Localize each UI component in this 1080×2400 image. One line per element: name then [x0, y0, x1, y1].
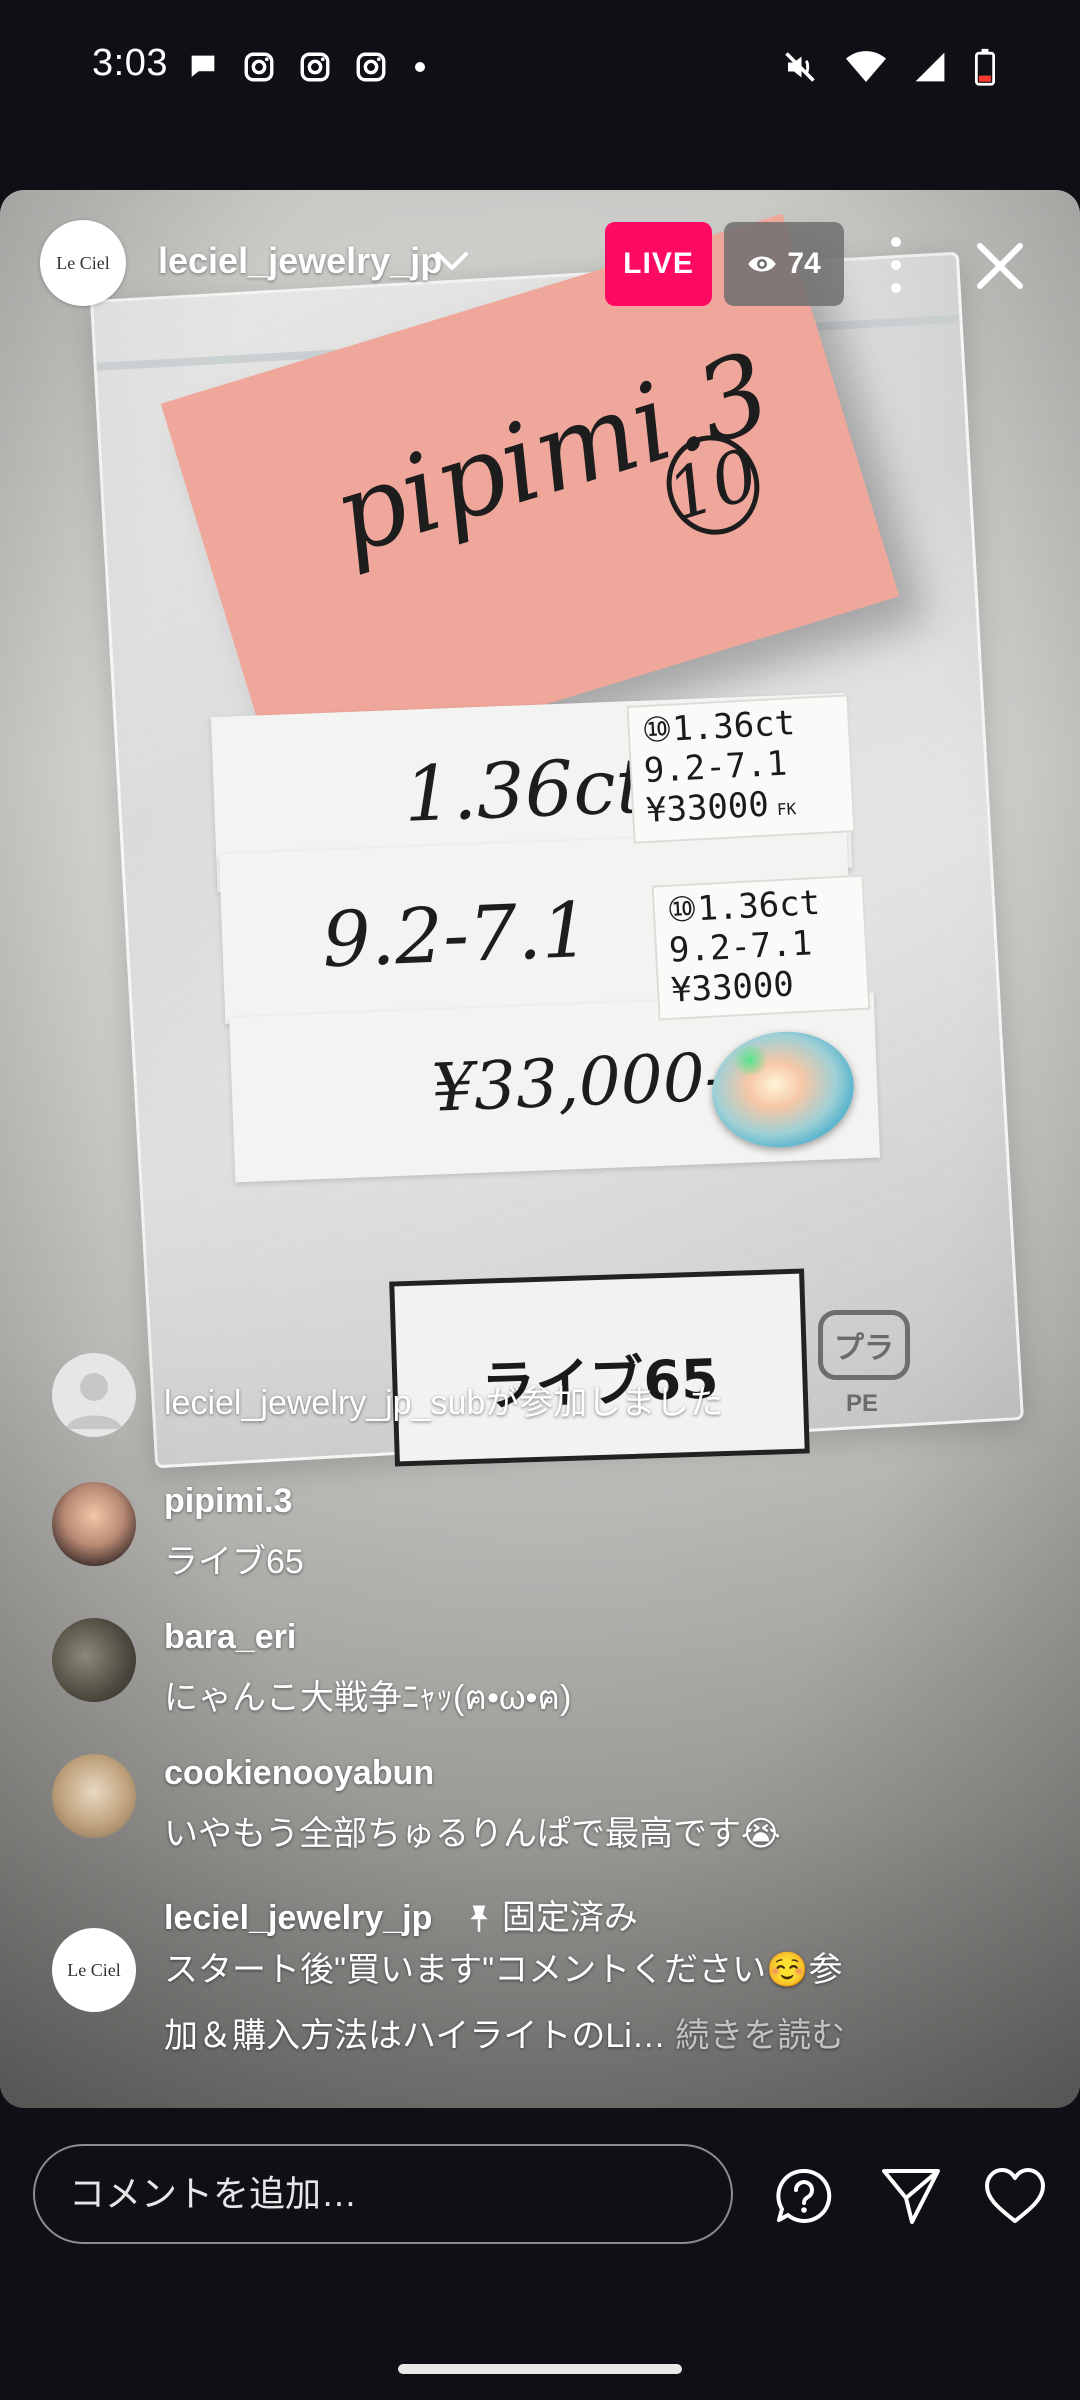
chevron-down-icon[interactable] — [432, 246, 472, 276]
instagram-icon — [244, 52, 274, 82]
pin-icon — [470, 1905, 488, 1932]
comment-text: にゃんこ大戦争ﾆｬｯ(ฅ•ω•ฅ) — [164, 1679, 572, 1717]
tag-line: ¥33000 — [670, 964, 795, 1011]
pinned-comment[interactable]: Le Ciel leciel_jewelry_jp 固定済み スタート後"買いま… — [52, 1890, 1052, 2060]
instagram-icon — [356, 52, 386, 82]
comment-text: ライブ65 — [164, 1543, 304, 1581]
battery-low-icon — [974, 48, 996, 86]
tag-price: ¥33000 — [645, 784, 770, 831]
opal-fire — [730, 1045, 770, 1075]
printed-tag: ⑩1.36ct 9.2-7.1 ¥33000 FK — [626, 694, 856, 844]
live-badge: LIVE — [605, 222, 712, 306]
person-icon — [66, 1373, 122, 1429]
dot-icon — [415, 62, 425, 72]
pinned-comment-header: leciel_jewelry_jp 固定済み — [164, 1890, 638, 1939]
tag-line: ¥33000 FK — [645, 781, 841, 837]
user-avatar[interactable] — [52, 1618, 136, 1702]
user-avatar[interactable] — [52, 1754, 136, 1838]
close-icon[interactable] — [970, 236, 1030, 296]
signal-icon — [915, 52, 945, 82]
card-handwriting: ¥33,000- — [430, 1038, 729, 1127]
host-avatar[interactable]: Le Ciel — [40, 220, 126, 306]
pinned-comment-text-line2: 加＆購入方法はハイライトのLi… — [164, 2017, 666, 2055]
status-bar: 3:03 — [0, 0, 1080, 135]
home-indicator[interactable] — [398, 2364, 682, 2374]
pinned-comment-text: スタート後"買います"コメントください☺️参 — [164, 1951, 843, 1989]
comment-username[interactable]: cookienooyabun — [164, 1754, 434, 1793]
pinned-tag: 固定済み — [466, 1899, 638, 1937]
system-icons — [782, 48, 996, 86]
bottom-bar — [0, 2108, 1080, 2278]
status-time: 3:03 — [92, 42, 168, 84]
comment-username[interactable]: leciel_jewelry_jp — [164, 1899, 432, 1937]
user-avatar[interactable] — [52, 1482, 136, 1566]
read-more-link[interactable]: 続きを読む — [675, 2017, 845, 2055]
comment-username[interactable]: bara_eri — [164, 1618, 296, 1657]
viewer-count: 74 — [787, 247, 821, 280]
comment-text: いやもう全部ちゅるりんぱで最高です😭 — [164, 1815, 781, 1853]
default-avatar — [52, 1353, 136, 1437]
comment-item[interactable]: bara_eri にゃんこ大戦争ﾆｬｯ(ฅ•ω•ฅ) — [52, 1618, 1052, 1717]
printed-tag: ⑩1.36ct 9.2-7.1 ¥33000 — [651, 874, 871, 1021]
join-notification: leciel_jewelry_jp_subが参加しました — [52, 1353, 1052, 1443]
pinned-label: 固定済み — [501, 1899, 638, 1937]
pinned-comment-text-2: 加＆購入方法はハイライトのLi… 続きを読む — [164, 2008, 845, 2057]
host-comment-avatar[interactable]: Le Ciel — [52, 1928, 136, 2012]
comment-item[interactable]: pipimi.3 ライブ65 — [52, 1482, 1052, 1581]
more-options-icon[interactable] — [876, 230, 916, 300]
chat-bubble-icon — [191, 55, 215, 77]
eye-icon — [748, 256, 777, 272]
comment-username[interactable]: pipimi.3 — [164, 1482, 292, 1521]
mute-icon — [785, 52, 815, 82]
question-icon[interactable] — [774, 2166, 834, 2226]
viewer-count-badge[interactable]: 74 — [724, 222, 844, 306]
heart-icon[interactable] — [983, 2166, 1047, 2226]
card-handwriting: 1.36ct — [402, 740, 648, 839]
join-text: leciel_jewelry_jp_subが参加しました — [164, 1384, 724, 1422]
host-username[interactable]: leciel_jewelry_jp — [158, 240, 442, 282]
comment-input[interactable] — [33, 2144, 733, 2244]
notification-icons — [186, 50, 430, 84]
wifi-icon — [846, 51, 886, 82]
send-icon[interactable] — [880, 2166, 942, 2226]
card-handwriting: 9.2-7.1 — [320, 884, 592, 985]
tag-fk: FK — [776, 799, 797, 820]
instagram-icon — [300, 52, 330, 82]
comment-item[interactable]: cookienooyabun いやもう全部ちゅるりんぱで最高です😭 — [52, 1754, 1052, 1853]
